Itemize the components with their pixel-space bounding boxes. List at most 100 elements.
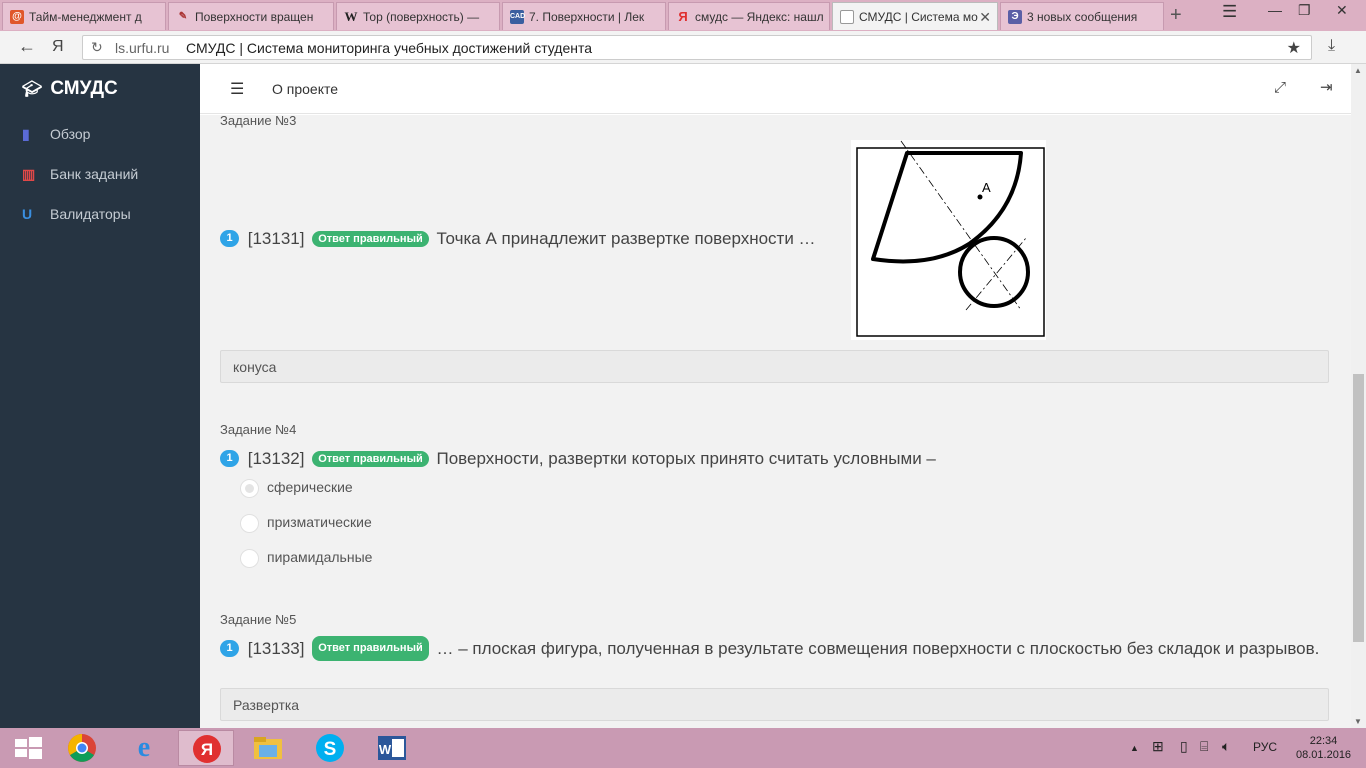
status-badge: Ответ правильный [312,450,429,467]
task-id: [13132] [247,449,305,468]
option-label: пирамидальные [267,549,373,566]
tab-label: Поверхности вращен [195,10,314,24]
status-badge: Ответ правильный [312,230,429,247]
chrome-icon[interactable] [54,730,110,766]
task-title: Задание №3 [220,115,297,128]
file-explorer-icon[interactable] [240,730,296,766]
tab-label: 7. Поверхности | Лек [529,10,645,24]
sidebar-item-label: Обзор [50,126,91,142]
action-center-icon[interactable]: ⊞ [1152,738,1164,755]
tab-label: Тайм-менеджмент д [29,10,142,24]
browser-tab[interactable]: @ Тайм-менеджмент д [2,2,166,30]
vertical-scrollbar[interactable]: ▲ ▼ [1351,64,1366,728]
task-title: Задание №5 [220,612,297,627]
radio-button[interactable] [240,514,259,533]
back-arrow-icon[interactable]: ← [18,36,36,57]
question-text: … – плоская фигура, полученная в результ… [436,638,1320,658]
question-line: 1 [13132] Ответ правильный Поверхности, … [220,449,936,469]
radio-option[interactable]: пирамидальные [240,549,372,568]
browser-tab[interactable]: CAD 7. Поверхности | Лек [502,2,666,30]
sidebar-item-label: Валидаторы [50,206,131,222]
scrollbar-thumb[interactable] [1353,374,1364,642]
bank-icon: ▥ [22,166,36,182]
attempt-badge: 1 [220,450,239,468]
svg-text:Я: Я [201,740,213,759]
restore-icon[interactable]: ❐ [1298,2,1311,19]
status-badge: Ответ правильный [312,636,429,661]
browser-tab[interactable]: Я смудс — Яндекс: нашл [668,2,830,30]
new-tab-icon[interactable]: + [1170,4,1182,27]
scroll-down-arrow-icon[interactable]: ▼ [1354,717,1362,726]
tab-label: СМУДС | Система мо [859,10,978,24]
internet-explorer-icon[interactable]: e [116,730,172,766]
app-header: ☰ О проекте ⤢ ⇥ [200,64,1351,114]
scroll-up-arrow-icon[interactable]: ▲ [1354,66,1362,75]
close-window-icon[interactable]: ✕ [1336,2,1348,19]
tab-label: Тор (поверхность) — [363,10,480,24]
fullscreen-icon[interactable]: ⤢ [1274,79,1286,96]
menu-toggle-icon[interactable]: ☰ [230,79,244,99]
radio-button[interactable] [240,549,259,568]
radio-button-selected[interactable] [240,479,259,498]
volume-icon[interactable]: 🔈︎ [1222,738,1230,755]
address-bar: ← Я ↻ ls.urfu.ru СМУДС | Система монитор… [0,31,1366,64]
task-id: [13133] [247,638,305,658]
bar-chart-icon: ▮ [22,126,30,142]
option-label: призматические [267,514,372,531]
clock-date: 08.01.2016 [1296,749,1352,761]
skype-icon[interactable]: S [302,730,358,766]
url-page-title: СМУДС | Система мониторинга учебных дост… [186,40,593,56]
about-link[interactable]: О проекте [272,81,338,97]
url-domain: ls.urfu.ru [115,40,170,56]
windows-start-icon[interactable] [0,730,56,766]
clock[interactable]: 22:34 08.01.2016 [1296,734,1351,762]
radio-option[interactable]: призматические [240,514,372,533]
svg-text:S: S [324,739,337,760]
yandex-browser-icon[interactable]: Я [178,730,234,766]
wikipedia-icon: W [344,9,358,24]
tab-label: смудс — Яндекс: нашл [695,10,824,24]
word-icon[interactable]: W [364,730,420,766]
sidebar-item-label: Банк заданий [50,166,139,182]
tray-expand-icon[interactable]: ▲ [1130,743,1139,753]
bookmark-star-icon[interactable]: ★ [1287,38,1301,58]
sidebar: 🎓︎ СМУДС ▮ Обзор ▥ Банк заданий U Валидаторы [0,64,200,728]
clock-time: 22:34 [1309,735,1338,747]
radio-option[interactable]: сферические [240,479,353,498]
browser-tab-active[interactable]: СМУДС | Система мо ✕ [832,2,998,30]
task-id: [13131] [247,229,305,248]
sidebar-item-overview[interactable]: ▮ Обзор [22,126,90,143]
browser-tab-strip: @ Тайм-менеджмент д ✎ Поверхности вращен… [0,0,1366,31]
task-title: Задание №4 [220,422,297,437]
url-field[interactable]: ↻ ls.urfu.ru СМУДС | Система мониторинга… [82,35,1312,60]
minimize-icon[interactable]: — [1268,2,1282,18]
battery-icon[interactable]: ▯ [1180,738,1188,755]
brand-label: СМУДС [50,78,118,99]
sidebar-item-validators[interactable]: U Валидаторы [22,206,131,222]
taskbar: e Я S W ▲ ⊞ ▯ ⌸ 🔈︎ РУС 22:34 08.01.2016 [0,728,1366,768]
question-figure: А [851,140,1046,340]
hamburger-menu-icon[interactable]: ☰ [1222,2,1237,22]
orange-spiral-icon: @ [10,10,24,24]
sidebar-item-task-bank[interactable]: ▥ Банк заданий [22,166,138,183]
tab-label: 3 новых сообщения [1027,10,1138,24]
close-tab-icon[interactable]: ✕ [979,3,991,30]
svg-text:W: W [379,742,392,757]
network-icon[interactable]: ⌸ [1200,738,1208,755]
answer-field: конуса [220,350,1329,383]
mail-icon: Э [1008,10,1022,24]
reload-icon[interactable]: ↻ [91,39,103,56]
brand[interactable]: 🎓︎ СМУДС [22,78,118,100]
yandex-logo-icon[interactable]: Я [52,38,64,56]
logout-icon[interactable]: ⇥ [1320,78,1333,96]
answer-field: Развертка [220,688,1329,721]
language-indicator[interactable]: РУС [1253,740,1277,754]
browser-tab[interactable]: W Тор (поверхность) — [336,2,500,30]
yandex-icon: Я [678,9,688,24]
browser-tab[interactable]: ✎ Поверхности вращен [168,2,334,30]
browser-tab[interactable]: Э 3 новых сообщения [1000,2,1164,30]
question-text: Поверхности, развертки которых принято с… [436,449,936,468]
main-content: Задание №3 1 [13131] Ответ правильный То… [200,115,1351,728]
graduation-cap-icon: 🎓︎ [22,81,43,98]
download-icon[interactable]: ⤓ [1328,37,1335,55]
